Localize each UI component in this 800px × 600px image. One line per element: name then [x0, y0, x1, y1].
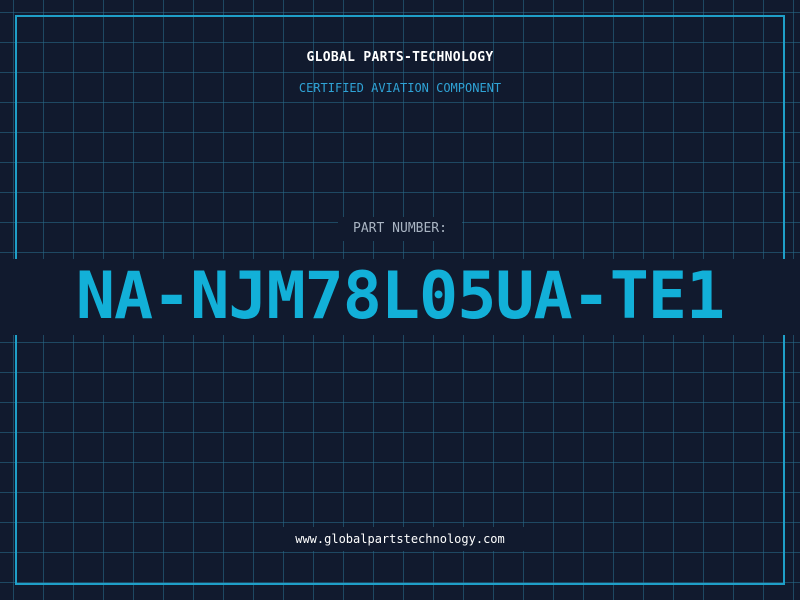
part-number-label: PART NUMBER: [353, 221, 447, 236]
company-name: GLOBAL PARTS-TECHNOLOGY [306, 50, 494, 65]
part-number-value: NA-NJM78L05UA-TE1 [75, 259, 725, 334]
website-url[interactable]: www.globalpartstechnology.com [0, 531, 800, 547]
certification-subtitle: CERTIFIED AVIATION COMPONENT [298, 81, 502, 95]
